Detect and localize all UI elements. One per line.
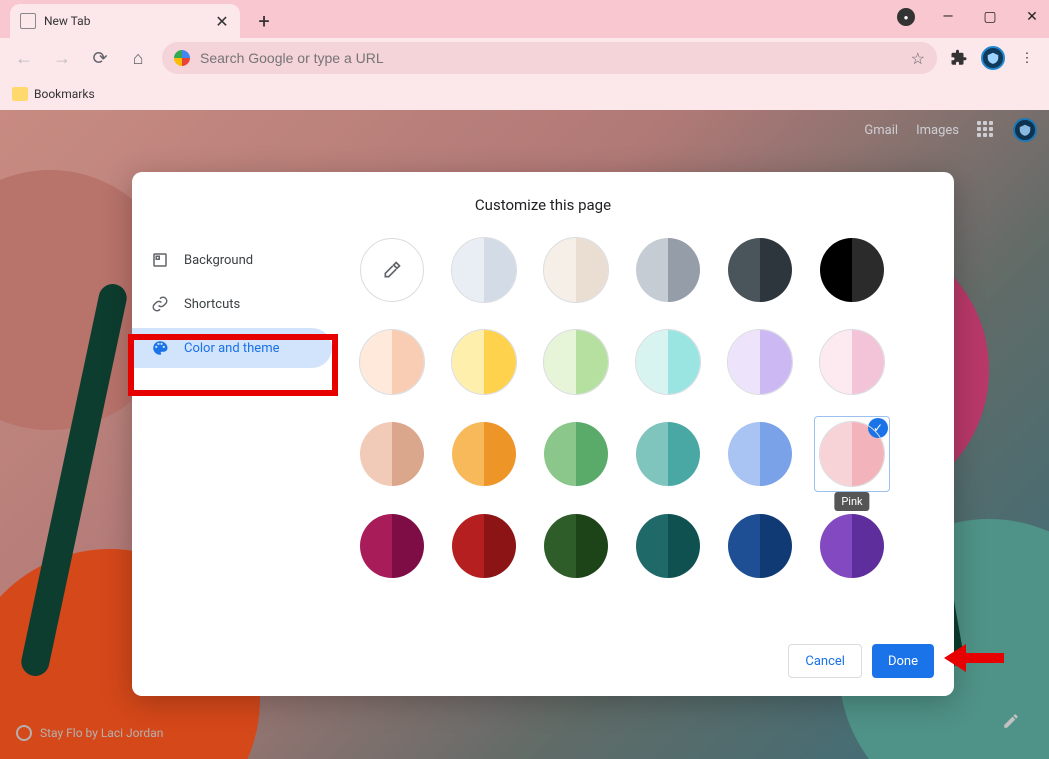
tab-title: New Tab	[44, 14, 206, 28]
color-swatch[interactable]	[820, 330, 884, 394]
color-swatch[interactable]	[544, 238, 608, 302]
toolbar: ← → ⟳ ⌂ ☆ ⋮	[0, 38, 1049, 78]
color-swatch[interactable]	[544, 422, 608, 486]
dialog-main: ✓ Pink	[332, 226, 954, 578]
color-swatch[interactable]	[360, 330, 424, 394]
sidebar-item-shortcuts[interactable]: Shortcuts	[132, 284, 332, 324]
close-window-button[interactable]: ✕	[1023, 8, 1041, 26]
bookmark-star-icon[interactable]: ☆	[911, 49, 925, 68]
tab-strip: New Tab ✕ + — ▢ ✕	[0, 0, 1049, 38]
done-button[interactable]: Done	[872, 644, 934, 678]
color-swatch[interactable]	[820, 514, 884, 578]
annotation-arrow	[944, 638, 1004, 682]
color-swatch[interactable]	[452, 238, 516, 302]
bookmarks-folder-label: Bookmarks	[34, 87, 95, 101]
home-button[interactable]: ⌂	[124, 44, 152, 72]
color-swatch[interactable]	[360, 514, 424, 578]
dialog-actions: Cancel Done	[788, 644, 934, 678]
bookmarks-bar: Bookmarks	[0, 78, 1049, 110]
color-swatch-grid: ✓ Pink	[360, 238, 926, 578]
cancel-button[interactable]: Cancel	[788, 644, 862, 678]
color-swatch[interactable]	[728, 238, 792, 302]
color-swatch[interactable]	[544, 330, 608, 394]
color-picker-swatch[interactable]	[360, 238, 424, 302]
browser-tab[interactable]: New Tab ✕	[10, 4, 240, 38]
new-tab-button[interactable]: +	[250, 7, 278, 35]
forward-button[interactable]: →	[48, 44, 76, 72]
tooltip: Pink	[834, 492, 869, 511]
dialog-title: Customize this page	[132, 172, 954, 226]
window-controls: — ▢ ✕	[897, 8, 1041, 26]
extensions-icon[interactable]	[947, 46, 971, 70]
color-swatch[interactable]	[636, 514, 700, 578]
folder-icon	[12, 87, 28, 101]
kebab-menu-icon[interactable]: ⋮	[1015, 46, 1039, 70]
close-tab-icon[interactable]: ✕	[214, 13, 230, 29]
color-swatch[interactable]	[544, 514, 608, 578]
color-swatch[interactable]	[636, 330, 700, 394]
color-swatch[interactable]	[728, 422, 792, 486]
color-swatch[interactable]	[728, 330, 792, 394]
sidebar-item-background[interactable]: Background	[132, 240, 332, 280]
color-swatch[interactable]	[452, 422, 516, 486]
color-swatch[interactable]	[636, 422, 700, 486]
customize-dialog: Customize this page Background Shortcuts…	[132, 172, 954, 696]
check-icon: ✓	[868, 418, 888, 438]
reload-button[interactable]: ⟳	[86, 44, 114, 72]
annotation-highlight	[128, 334, 338, 396]
color-swatch[interactable]	[728, 514, 792, 578]
dialog-sidebar: Background Shortcuts Color and theme	[132, 226, 332, 578]
maximize-button[interactable]: ▢	[981, 8, 999, 26]
back-button[interactable]: ←	[10, 44, 38, 72]
address-bar[interactable]: ☆	[162, 42, 937, 74]
google-icon	[174, 50, 190, 66]
incognito-icon	[897, 8, 915, 26]
color-swatch[interactable]	[820, 238, 884, 302]
tab-favicon	[20, 13, 36, 29]
background-icon	[150, 251, 170, 269]
color-swatch[interactable]	[360, 422, 424, 486]
bookmarks-folder[interactable]: Bookmarks	[12, 87, 95, 101]
link-icon	[150, 295, 170, 313]
dialog-body: Background Shortcuts Color and theme ✓ Pi…	[132, 226, 954, 578]
color-swatch[interactable]	[452, 514, 516, 578]
sidebar-item-label: Shortcuts	[184, 297, 240, 312]
minimize-button[interactable]: —	[939, 8, 957, 26]
color-swatch[interactable]	[452, 330, 516, 394]
profile-avatar[interactable]	[981, 46, 1005, 70]
search-input[interactable]	[200, 50, 901, 66]
color-swatch[interactable]	[636, 238, 700, 302]
sidebar-item-label: Background	[184, 253, 253, 268]
color-swatch-selected[interactable]: ✓Pink	[820, 422, 884, 486]
